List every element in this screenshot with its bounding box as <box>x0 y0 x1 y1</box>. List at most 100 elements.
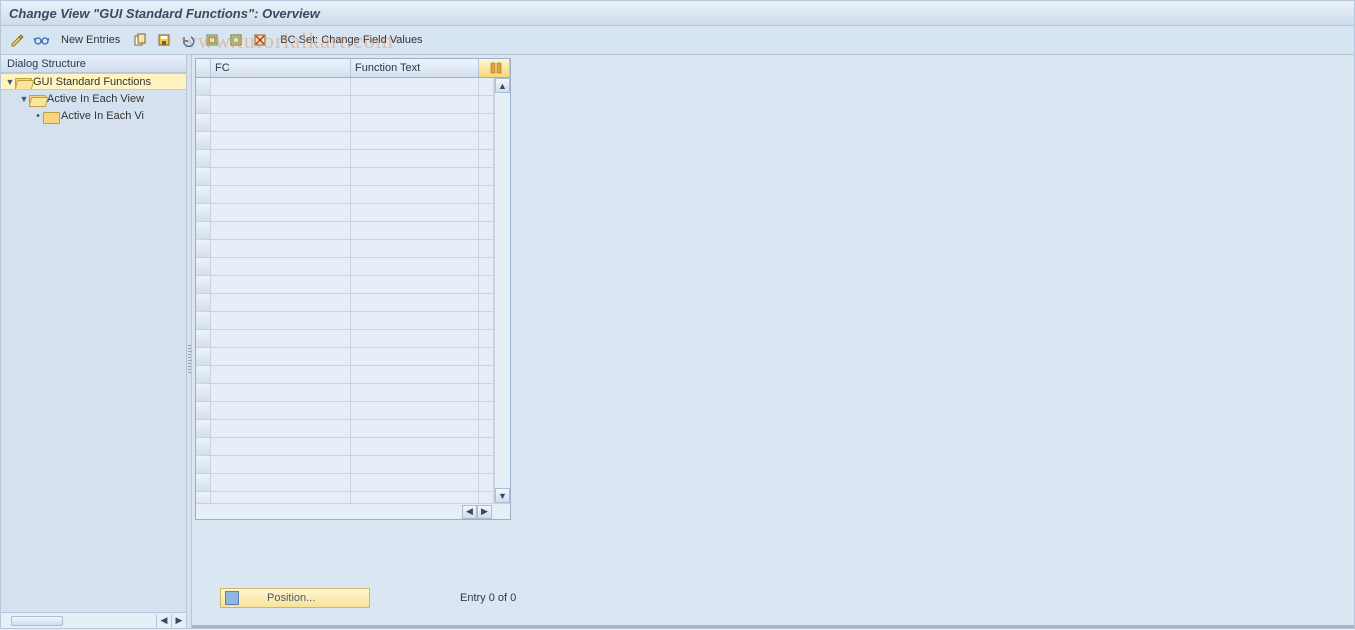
cell-fc[interactable] <box>211 96 351 113</box>
row-selector[interactable] <box>196 474 211 491</box>
tree-node[interactable]: ▼GUI Standard Functions <box>1 73 186 90</box>
cell-function-text[interactable] <box>351 114 479 131</box>
table-row[interactable] <box>196 168 494 186</box>
cell-fc[interactable] <box>211 78 351 95</box>
cell-function-text[interactable] <box>351 366 479 383</box>
row-selector[interactable] <box>196 132 211 149</box>
grid-configure-icon[interactable] <box>479 59 510 77</box>
cell-fc[interactable] <box>211 258 351 275</box>
row-selector[interactable] <box>196 294 211 311</box>
scroll-thumb[interactable] <box>11 616 63 626</box>
cell-fc[interactable] <box>211 348 351 365</box>
cell-function-text[interactable] <box>351 456 479 473</box>
row-selector[interactable] <box>196 438 211 455</box>
row-selector[interactable] <box>196 186 211 203</box>
cell-function-text[interactable] <box>351 96 479 113</box>
row-selector[interactable] <box>196 204 211 221</box>
table-row[interactable] <box>196 204 494 222</box>
cell-fc[interactable] <box>211 384 351 401</box>
cell-fc[interactable] <box>211 366 351 383</box>
cell-fc[interactable] <box>211 474 351 491</box>
table-row[interactable] <box>196 438 494 456</box>
row-selector[interactable] <box>196 312 211 329</box>
table-row[interactable] <box>196 312 494 330</box>
undo-icon[interactable] <box>178 30 198 50</box>
cell-fc[interactable] <box>211 330 351 347</box>
grid-col-function-text[interactable]: Function Text <box>351 59 479 77</box>
row-selector[interactable] <box>196 168 211 185</box>
new-entries-button[interactable]: New Entries <box>55 30 126 50</box>
cell-fc[interactable] <box>211 312 351 329</box>
cell-function-text[interactable] <box>351 420 479 437</box>
table-row[interactable] <box>196 240 494 258</box>
cell-fc[interactable] <box>211 114 351 131</box>
row-selector[interactable] <box>196 258 211 275</box>
table-row[interactable] <box>196 474 494 492</box>
cell-function-text[interactable] <box>351 150 479 167</box>
cell-function-text[interactable] <box>351 294 479 311</box>
cell-fc[interactable] <box>211 438 351 455</box>
pencil-display-change-icon[interactable] <box>7 30 27 50</box>
grid-col-fc[interactable]: FC <box>211 59 351 77</box>
cell-fc[interactable] <box>211 276 351 293</box>
cell-function-text[interactable] <box>351 240 479 257</box>
cell-fc[interactable] <box>211 294 351 311</box>
table-row[interactable] <box>196 150 494 168</box>
grid-select-all-header[interactable] <box>196 59 211 77</box>
cell-function-text[interactable] <box>351 312 479 329</box>
cell-fc[interactable] <box>211 132 351 149</box>
table-row[interactable] <box>196 96 494 114</box>
cell-function-text[interactable] <box>351 438 479 455</box>
cell-function-text[interactable] <box>351 78 479 95</box>
row-selector[interactable] <box>196 492 211 503</box>
bc-set-button[interactable]: BC Set: Change Field Values <box>274 30 428 50</box>
cell-function-text[interactable] <box>351 222 479 239</box>
table-row[interactable] <box>196 330 494 348</box>
table-row[interactable] <box>196 78 494 96</box>
position-button[interactable]: Position... <box>220 588 370 608</box>
row-selector[interactable] <box>196 456 211 473</box>
row-selector[interactable] <box>196 222 211 239</box>
table-row[interactable] <box>196 132 494 150</box>
cell-fc[interactable] <box>211 168 351 185</box>
tree-collapse-icon[interactable]: ▼ <box>5 77 15 87</box>
save-icon[interactable] <box>154 30 174 50</box>
table-row[interactable] <box>196 366 494 384</box>
row-selector[interactable] <box>196 78 211 95</box>
row-selector[interactable] <box>196 114 211 131</box>
cell-fc[interactable] <box>211 492 351 503</box>
cell-function-text[interactable] <box>351 204 479 221</box>
tree-collapse-icon[interactable]: ▼ <box>19 94 29 104</box>
tree-node[interactable]: •Active In Each Vi <box>1 107 186 124</box>
table-row[interactable] <box>196 492 494 503</box>
cell-fc[interactable] <box>211 186 351 203</box>
table-row[interactable] <box>196 420 494 438</box>
table-row[interactable] <box>196 402 494 420</box>
grid-vscrollbar[interactable]: ▲ ▼ <box>494 78 510 503</box>
cell-fc[interactable] <box>211 420 351 437</box>
row-selector[interactable] <box>196 402 211 419</box>
cell-fc[interactable] <box>211 222 351 239</box>
row-selector[interactable] <box>196 150 211 167</box>
table-row[interactable] <box>196 456 494 474</box>
row-selector[interactable] <box>196 384 211 401</box>
deselect-icon[interactable] <box>250 30 270 50</box>
cell-function-text[interactable] <box>351 168 479 185</box>
table-row[interactable] <box>196 186 494 204</box>
cell-fc[interactable] <box>211 456 351 473</box>
grid-hscrollbar[interactable]: ◀ ▶ <box>196 503 510 519</box>
scroll-right-icon[interactable]: ▶ <box>171 614 186 628</box>
tree-node[interactable]: ▼Active In Each View <box>1 90 186 107</box>
select-block-icon[interactable] <box>226 30 246 50</box>
table-row[interactable] <box>196 348 494 366</box>
cell-function-text[interactable] <box>351 474 479 491</box>
row-selector[interactable] <box>196 330 211 347</box>
table-row[interactable] <box>196 294 494 312</box>
table-row[interactable] <box>196 114 494 132</box>
cell-function-text[interactable] <box>351 132 479 149</box>
cell-function-text[interactable] <box>351 348 479 365</box>
tree-hscrollbar[interactable]: ◀ ▶ <box>1 612 186 628</box>
cell-function-text[interactable] <box>351 330 479 347</box>
cell-fc[interactable] <box>211 150 351 167</box>
cell-function-text[interactable] <box>351 186 479 203</box>
